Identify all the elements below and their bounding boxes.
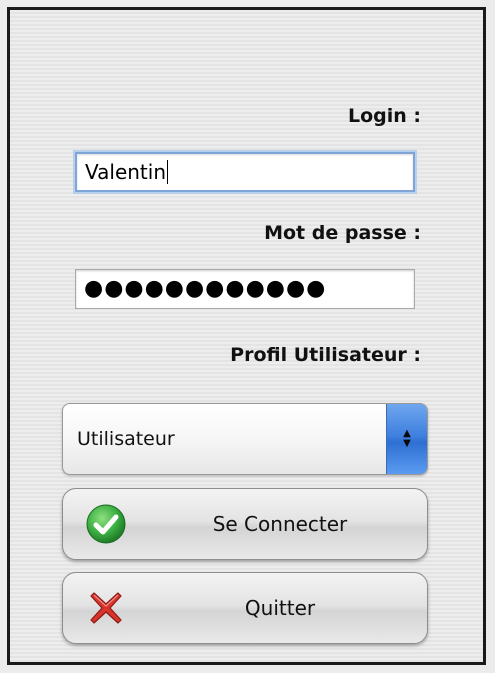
profile-select[interactable]: Utilisateur ▲ ▼	[62, 403, 428, 475]
password-input-value: ●●●●●●●●●●●●	[84, 276, 327, 301]
login-input-value: Valentin	[85, 160, 166, 184]
quit-button-label: Quitter	[244, 596, 316, 620]
login-label: Login :	[347, 105, 421, 127]
connect-button-label: Se Connecter	[212, 512, 348, 536]
login-panel: Login : Valentin Mot de passe : ●●●●●●●●…	[7, 7, 486, 665]
connect-button[interactable]: Se Connecter	[62, 488, 428, 560]
login-input[interactable]: Valentin	[75, 152, 415, 192]
profile-label: Profil Utilisateur :	[230, 344, 421, 366]
password-input[interactable]: ●●●●●●●●●●●●	[75, 269, 415, 309]
text-caret	[167, 160, 168, 184]
quit-button[interactable]: Quitter	[62, 572, 428, 644]
profile-select-value: Utilisateur	[77, 428, 175, 450]
updown-arrows-icon[interactable]: ▲ ▼	[386, 404, 427, 474]
password-label: Mot de passe :	[264, 222, 421, 244]
